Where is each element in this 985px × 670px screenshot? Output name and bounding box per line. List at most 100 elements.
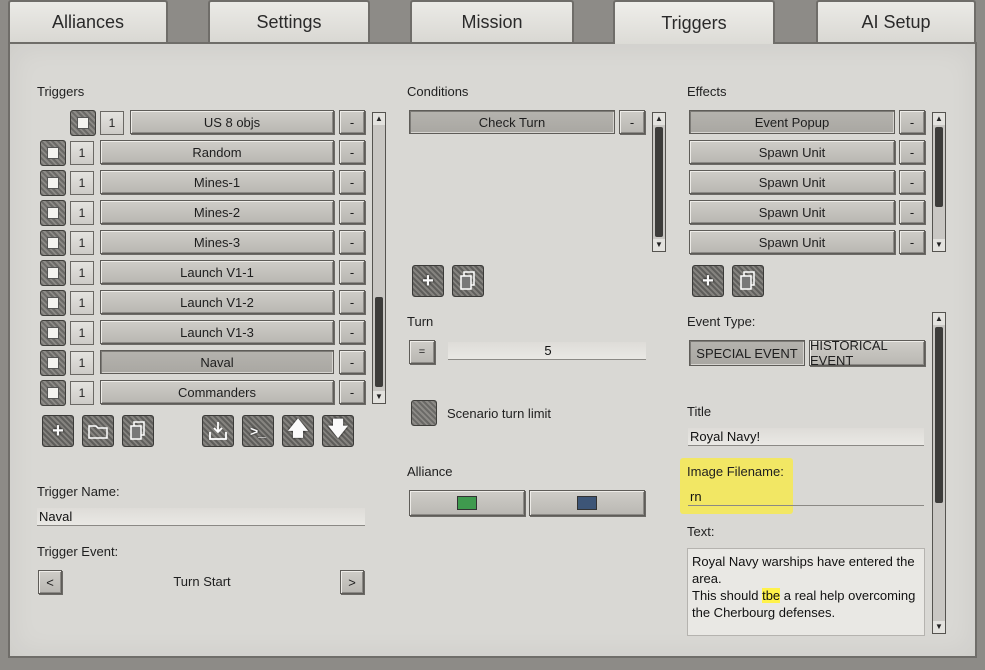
effect-details-scrollbar[interactable]: ▲ ▼ <box>932 312 946 634</box>
trigger-count-field[interactable]: 1 <box>70 321 94 345</box>
condition-row-check-turn[interactable]: Check Turn <box>409 110 615 134</box>
effect-row-item[interactable]: Spawn Unit <box>689 230 895 254</box>
delete-trigger-button[interactable]: - <box>339 230 365 254</box>
tab-label: Settings <box>256 11 322 32</box>
effect-row-item[interactable]: Event Popup <box>689 110 895 134</box>
delete-trigger-button[interactable]: - <box>339 320 365 344</box>
scroll-up-icon[interactable]: ▲ <box>373 113 385 125</box>
event-next-button[interactable]: > <box>340 570 364 594</box>
trigger-count-field[interactable]: 1 <box>70 261 94 285</box>
conditions-scrollbar[interactable]: ▲ ▼ <box>652 112 666 252</box>
trigger-count-field[interactable]: 1 <box>70 381 94 405</box>
delete-effect-button[interactable]: - <box>899 140 925 164</box>
import-trigger-button[interactable] <box>202 415 234 447</box>
trigger-count-field[interactable]: 1 <box>70 291 94 315</box>
move-down-button[interactable]: 🡇 <box>322 415 354 447</box>
trigger-enable-checkbox[interactable] <box>40 230 66 256</box>
triggers-scrollbar[interactable]: ▲ ▼ <box>372 112 386 404</box>
trigger-row-item[interactable]: Launch V1-3 <box>100 320 334 344</box>
scroll-down-icon[interactable]: ▼ <box>933 239 945 251</box>
scroll-thumb[interactable] <box>935 127 943 207</box>
trigger-row-item[interactable]: Mines-2 <box>100 200 334 224</box>
trigger-row-item[interactable]: US 8 objs <box>130 110 334 134</box>
tab-ai-setup[interactable]: AI Setup <box>816 0 976 42</box>
trigger-row-item[interactable]: Mines-1 <box>100 170 334 194</box>
trigger-enable-checkbox[interactable] <box>40 260 66 286</box>
special-event-button[interactable]: SPECIAL EVENT <box>689 340 805 366</box>
console-trigger-button[interactable]: >_ <box>242 415 274 447</box>
effect-row-item[interactable]: Spawn Unit <box>689 200 895 224</box>
turn-operator-button[interactable]: = <box>409 340 435 364</box>
title-field[interactable]: Royal Navy! <box>688 428 924 446</box>
event-text-line1: Royal Navy warships have entered the are… <box>692 554 915 586</box>
scenario-turn-limit-checkbox[interactable] <box>411 400 437 426</box>
trigger-row-item[interactable]: Mines-3 <box>100 230 334 254</box>
scroll-down-icon[interactable]: ▼ <box>653 239 665 251</box>
delete-trigger-button[interactable]: - <box>339 380 365 404</box>
trigger-row-item[interactable]: Random <box>100 140 334 164</box>
delete-effect-button[interactable]: - <box>899 230 925 254</box>
scroll-up-icon[interactable]: ▲ <box>933 113 945 125</box>
delete-effect-button[interactable]: - <box>899 170 925 194</box>
trigger-row-item[interactable]: Commanders <box>100 380 334 404</box>
copy-trigger-button[interactable] <box>122 415 154 447</box>
image-filename-field[interactable]: rn <box>688 488 924 506</box>
trigger-enable-checkbox[interactable] <box>40 200 66 226</box>
alliance-blue-button[interactable] <box>529 490 645 516</box>
add-trigger-button[interactable]: + <box>42 415 74 447</box>
checkbox-box <box>47 267 59 279</box>
trigger-count-field[interactable]: 1 <box>70 231 94 255</box>
event-text-area[interactable]: Royal Navy warships have entered the are… <box>687 548 925 636</box>
scroll-up-icon[interactable]: ▲ <box>933 313 945 325</box>
delete-trigger-button[interactable]: - <box>339 140 365 164</box>
trigger-name-field[interactable]: Naval <box>37 508 365 526</box>
tab-triggers[interactable]: Triggers <box>613 0 775 44</box>
historical-event-button[interactable]: HISTORICAL EVENT <box>809 338 925 368</box>
delete-effect-button[interactable]: - <box>899 110 925 134</box>
effect-row-item[interactable]: Spawn Unit <box>689 170 895 194</box>
add-condition-button[interactable]: + <box>412 265 444 297</box>
trigger-enable-checkbox[interactable] <box>40 290 66 316</box>
trigger-count-field[interactable]: 1 <box>100 111 124 135</box>
delete-trigger-button[interactable]: - <box>339 290 365 314</box>
effects-scrollbar[interactable]: ▲ ▼ <box>932 112 946 252</box>
move-up-button[interactable]: 🡅 <box>282 415 314 447</box>
open-trigger-button[interactable] <box>82 415 114 447</box>
trigger-enable-checkbox[interactable] <box>40 380 66 406</box>
tab-alliances[interactable]: Alliances <box>8 0 168 42</box>
alliance-green-button[interactable] <box>409 490 525 516</box>
trigger-row-item[interactable]: Launch V1-2 <box>100 290 334 314</box>
copy-condition-button[interactable] <box>452 265 484 297</box>
trigger-enable-checkbox[interactable] <box>70 110 96 136</box>
delete-trigger-button[interactable]: - <box>339 260 365 284</box>
trigger-count-field[interactable]: 1 <box>70 141 94 165</box>
turn-value-field[interactable]: 5 <box>448 342 646 360</box>
scroll-up-icon[interactable]: ▲ <box>653 113 665 125</box>
delete-effect-button[interactable]: - <box>899 200 925 224</box>
trigger-enable-checkbox[interactable] <box>40 350 66 376</box>
scroll-thumb[interactable] <box>375 297 383 387</box>
trigger-count-field[interactable]: 1 <box>70 201 94 225</box>
scroll-down-icon[interactable]: ▼ <box>373 391 385 403</box>
delete-condition-button[interactable]: - <box>619 110 645 134</box>
trigger-enable-checkbox[interactable] <box>40 320 66 346</box>
tab-settings[interactable]: Settings <box>208 0 370 42</box>
trigger-count-field[interactable]: 1 <box>70 171 94 195</box>
tab-mission[interactable]: Mission <box>410 0 574 42</box>
delete-trigger-button[interactable]: - <box>339 350 365 374</box>
trigger-enable-checkbox[interactable] <box>40 170 66 196</box>
trigger-count-field[interactable]: 1 <box>70 351 94 375</box>
add-effect-button[interactable]: + <box>692 265 724 297</box>
event-prev-button[interactable]: < <box>38 570 62 594</box>
scroll-down-icon[interactable]: ▼ <box>933 621 945 633</box>
delete-trigger-button[interactable]: - <box>339 200 365 224</box>
copy-effect-button[interactable] <box>732 265 764 297</box>
scroll-thumb[interactable] <box>935 327 943 503</box>
scroll-thumb[interactable] <box>655 127 663 237</box>
delete-trigger-button[interactable]: - <box>339 170 365 194</box>
trigger-row-item[interactable]: Naval <box>100 350 334 374</box>
delete-trigger-button[interactable]: - <box>339 110 365 134</box>
effect-row-item[interactable]: Spawn Unit <box>689 140 895 164</box>
trigger-enable-checkbox[interactable] <box>40 140 66 166</box>
trigger-row-item[interactable]: Launch V1-1 <box>100 260 334 284</box>
